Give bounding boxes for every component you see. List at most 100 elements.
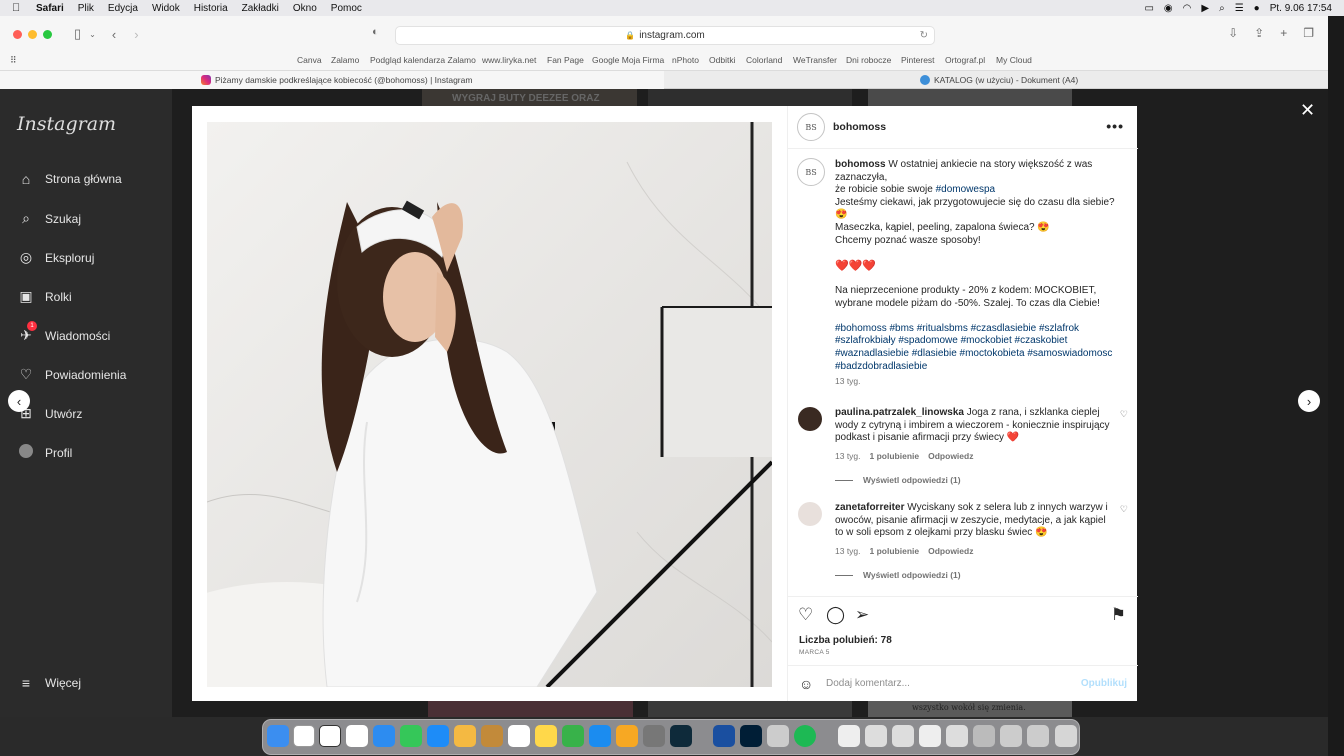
- wd-icon[interactable]: [713, 725, 735, 747]
- bookmark-item[interactable]: Colorland: [746, 55, 782, 65]
- menu-zakladki[interactable]: Zakładki: [242, 3, 279, 14]
- finder-icon[interactable]: [267, 725, 289, 747]
- menu-widok[interactable]: Widok: [152, 3, 180, 14]
- commenter-username[interactable]: paulina.patrzalek_linowska: [835, 407, 964, 418]
- notes-icon[interactable]: [535, 725, 557, 747]
- privacy-shield-icon[interactable]: ◐: [372, 26, 379, 38]
- apple-menu-icon[interactable]: : [12, 2, 26, 14]
- menu-edycja[interactable]: Edycja: [108, 3, 138, 14]
- bookmark-item[interactable]: Zalamo: [331, 55, 359, 65]
- wifi-icon[interactable]: ◠: [1183, 3, 1192, 14]
- notion-icon[interactable]: [319, 725, 341, 747]
- share-icon[interactable]: ⇪: [1254, 26, 1264, 40]
- nav-notifications[interactable]: ♡ Powiadomienia: [17, 366, 127, 383]
- folder-icon[interactable]: [892, 725, 914, 747]
- menu-plik[interactable]: Plik: [78, 3, 94, 14]
- reminders-icon[interactable]: [508, 725, 530, 747]
- nav-explore[interactable]: ◎ Eksploruj: [17, 249, 94, 266]
- tab-katalog[interactable]: KATALOG (w użyciu) - Dokument (A4): [664, 71, 1328, 89]
- share-icon[interactable]: ➢: [855, 605, 869, 625]
- bookmark-item[interactable]: nPhoto: [672, 55, 699, 65]
- menubar-clock[interactable]: Pt. 9.06 17:54: [1270, 3, 1332, 14]
- mail-icon[interactable]: [427, 725, 449, 747]
- document-icon[interactable]: [1000, 725, 1022, 747]
- wd-icon[interactable]: ▭: [1144, 3, 1153, 14]
- chevron-down-icon[interactable]: ⌄: [89, 30, 96, 39]
- back-icon[interactable]: ‹: [112, 27, 116, 42]
- bookmark-icon[interactable]: ⚑: [1111, 605, 1126, 625]
- emoji-icon[interactable]: ☺: [799, 676, 813, 692]
- nav-reels[interactable]: ▣ Rolki: [17, 288, 71, 305]
- caption-hashtags[interactable]: #bohomoss #bms #ritualsbms #czasdlasiebi…: [835, 323, 1115, 373]
- menu-okno[interactable]: Okno: [293, 3, 317, 14]
- bookmark-item[interactable]: Pinterest: [901, 55, 935, 65]
- minimize-window-button[interactable]: [28, 29, 37, 39]
- view-replies-button[interactable]: Wyświetl odpowiedzi (1): [835, 475, 961, 485]
- caption-avatar[interactable]: BS: [797, 158, 825, 186]
- bookmark-item[interactable]: Canva: [297, 55, 322, 65]
- app-icon[interactable]: [767, 725, 789, 747]
- nav-profile[interactable]: Profil: [17, 444, 72, 461]
- post-author-username[interactable]: bohomoss: [833, 121, 886, 133]
- close-window-button[interactable]: [13, 29, 22, 39]
- bookmark-item[interactable]: Ortograf.pl: [945, 55, 985, 65]
- commenter-avatar[interactable]: [798, 502, 822, 526]
- comment-icon[interactable]: ◯: [826, 605, 845, 625]
- forward-icon[interactable]: ›: [134, 27, 138, 42]
- bookmark-item[interactable]: WeTransfer: [793, 55, 837, 65]
- comment-likes[interactable]: 1 polubienie: [870, 451, 920, 461]
- publish-button[interactable]: Opublikuj: [1081, 678, 1127, 689]
- folder-icon[interactable]: [865, 725, 887, 747]
- document-icon[interactable]: [919, 725, 941, 747]
- new-tab-icon[interactable]: +: [1280, 26, 1287, 40]
- likes-count[interactable]: Liczba polubień: 78: [799, 635, 892, 646]
- menu-historia[interactable]: Historia: [194, 3, 228, 14]
- folder-icon[interactable]: [838, 725, 860, 747]
- system-settings-icon[interactable]: [643, 725, 665, 747]
- caption-username[interactable]: bohomoss: [835, 159, 886, 170]
- instagram-logo[interactable]: Instagram: [17, 113, 116, 135]
- trash-icon[interactable]: [1055, 725, 1077, 747]
- post-photo[interactable]: [207, 122, 772, 687]
- menu-pomoc[interactable]: Pomoc: [331, 3, 362, 14]
- menu-app-name[interactable]: Safari: [36, 3, 64, 14]
- hashtag-link[interactable]: #domowespa: [936, 184, 995, 195]
- spotify-icon[interactable]: [794, 725, 816, 747]
- bookmark-item[interactable]: www.liryka.net: [482, 55, 536, 65]
- document-icon[interactable]: [946, 725, 968, 747]
- play-icon[interactable]: ▶: [1201, 3, 1209, 14]
- app-icon[interactable]: [481, 725, 503, 747]
- bookmark-item[interactable]: Fan Page: [547, 55, 584, 65]
- view-replies-button[interactable]: Wyświetl odpowiedzi (1): [835, 570, 961, 580]
- comment-input[interactable]: Dodaj komentarz...: [826, 678, 910, 689]
- app-icon[interactable]: [293, 725, 315, 747]
- document-icon[interactable]: [973, 725, 995, 747]
- previous-post-button[interactable]: ‹: [8, 390, 30, 412]
- photos-icon[interactable]: [454, 725, 476, 747]
- commenter-avatar[interactable]: [798, 407, 822, 431]
- author-avatar[interactable]: BS: [797, 113, 825, 141]
- commenter-username[interactable]: zanetaforreiter: [835, 502, 904, 513]
- address-bar[interactable]: 🔒 instagram.com ↻: [395, 26, 935, 45]
- reply-button[interactable]: Odpowiedz: [928, 451, 973, 461]
- tab-instagram[interactable]: Piżamy damskie podkreślające kobiecość (…: [0, 71, 664, 89]
- calendar-icon[interactable]: [346, 725, 368, 747]
- like-icon[interactable]: ♡: [798, 605, 813, 625]
- document-icon[interactable]: [1027, 725, 1049, 747]
- zoom-window-button[interactable]: [43, 29, 52, 39]
- nav-search[interactable]: ⌕ Szukaj: [17, 210, 81, 227]
- lightroom-icon[interactable]: [670, 725, 692, 747]
- sidebar-toggle-icon[interactable]: ▯: [74, 26, 81, 42]
- app-store-icon[interactable]: [589, 725, 611, 747]
- control-center-icon[interactable]: ☰: [1235, 3, 1244, 14]
- comment-likes[interactable]: 1 polubienie: [870, 546, 920, 556]
- reply-button[interactable]: Odpowiedz: [928, 546, 973, 556]
- like-comment-icon[interactable]: ♡: [1120, 409, 1128, 420]
- next-post-button[interactable]: ›: [1298, 390, 1320, 412]
- bookmark-item[interactable]: My Cloud: [996, 55, 1032, 65]
- bookmark-item[interactable]: Dni robocze: [846, 55, 891, 65]
- tab-overview-icon[interactable]: ❐: [1303, 26, 1314, 40]
- siri-icon[interactable]: ●: [1254, 3, 1260, 14]
- bookmark-item[interactable]: Podgląd kalendarza Zalamo: [370, 55, 476, 65]
- grid-icon[interactable]: ⠿: [10, 55, 17, 66]
